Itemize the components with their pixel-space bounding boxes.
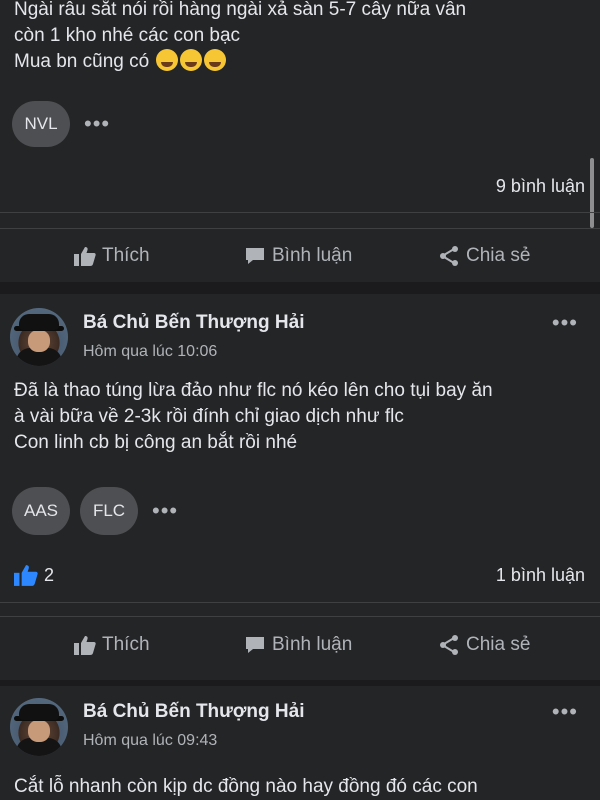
post-time[interactable]: Hôm qua lúc 09:43 bbox=[83, 732, 217, 750]
avatar[interactable] bbox=[10, 698, 68, 756]
comment-bubble-icon bbox=[246, 248, 264, 264]
post-card: Bá Chủ Bến Thượng Hải Hôm qua lúc 09:43 … bbox=[0, 686, 600, 800]
stock-tags: NVL ••• bbox=[12, 101, 110, 147]
share-button[interactable]: Chia sẻ bbox=[438, 245, 530, 267]
like-count-value: 2 bbox=[44, 564, 55, 585]
action-bar: Thích Bình luận Chia sẻ bbox=[0, 621, 600, 669]
share-label: Chia sẻ bbox=[466, 634, 531, 655]
more-options-icon[interactable]: ••• bbox=[552, 310, 578, 336]
tag-aas[interactable]: AAS bbox=[12, 487, 70, 535]
smiling-face-emoji bbox=[204, 49, 227, 71]
like-label: Thích bbox=[102, 634, 150, 655]
thumbs-up-icon bbox=[74, 247, 96, 266]
scrollbar[interactable] bbox=[590, 158, 594, 228]
like-count[interactable]: 2 bbox=[14, 564, 54, 586]
like-label: Thích bbox=[102, 245, 150, 266]
tag-nvl[interactable]: NVL bbox=[12, 101, 70, 147]
post-line: Mua bn cũng có bbox=[14, 51, 150, 72]
more-options-icon[interactable]: ••• bbox=[552, 699, 578, 725]
comment-label: Bình luận bbox=[272, 634, 353, 655]
post-line: Cắt lỗ nhanh còn kịp dc đồng nào hay đồn… bbox=[14, 776, 478, 797]
like-button[interactable]: Thích bbox=[74, 245, 150, 267]
comment-bubble-icon bbox=[246, 637, 264, 653]
post-line: Ngài râu sắt nói rồi hàng ngài xả sàn 5-… bbox=[14, 0, 467, 20]
post-body: Đã là thao túng lừa đảo như flc nó kéo l… bbox=[14, 378, 493, 456]
more-tags-icon[interactable]: ••• bbox=[148, 498, 178, 524]
avatar[interactable] bbox=[10, 308, 68, 366]
share-icon bbox=[440, 635, 458, 655]
post-card: Ngài râu sắt nói rồi hàng ngài xả sàn 5-… bbox=[0, 0, 600, 282]
post-time[interactable]: Hôm qua lúc 10:06 bbox=[83, 343, 217, 361]
comment-label: Bình luận bbox=[272, 245, 353, 266]
share-button[interactable]: Chia sẻ bbox=[438, 634, 530, 656]
star-struck-emoji bbox=[180, 49, 203, 71]
post-line: à vài bữa về 2-3k rồi đính chỉ giao dịch… bbox=[14, 406, 404, 427]
blue-thumbs-up-icon bbox=[14, 565, 38, 586]
share-label: Chia sẻ bbox=[466, 245, 531, 266]
post-card: Bá Chủ Bến Thượng Hải Hôm qua lúc 10:06 … bbox=[0, 294, 600, 680]
tears-of-joy-emoji bbox=[156, 49, 179, 71]
author-name[interactable]: Bá Chủ Bến Thượng Hải bbox=[83, 701, 305, 723]
divider bbox=[0, 616, 600, 617]
comment-count[interactable]: 1 bình luận bbox=[496, 565, 585, 586]
comment-button[interactable]: Bình luận bbox=[244, 245, 352, 267]
divider bbox=[0, 228, 600, 229]
post-line: Con linh cb bị công an bắt rồi nhé bbox=[14, 432, 298, 453]
tag-flc[interactable]: FLC bbox=[80, 487, 138, 535]
more-tags-icon[interactable]: ••• bbox=[80, 111, 110, 137]
thumbs-up-icon bbox=[74, 636, 96, 655]
post-line: Đã là thao túng lừa đảo như flc nó kéo l… bbox=[14, 380, 493, 401]
comment-count[interactable]: 9 bình luận bbox=[496, 176, 585, 197]
post-line: còn 1 kho nhé các con bạc bbox=[14, 25, 241, 46]
share-icon bbox=[440, 246, 458, 266]
like-button[interactable]: Thích bbox=[74, 634, 150, 656]
comment-button[interactable]: Bình luận bbox=[244, 634, 352, 656]
action-bar: Thích Bình luận Chia sẻ bbox=[0, 232, 600, 280]
author-name[interactable]: Bá Chủ Bến Thượng Hải bbox=[83, 312, 305, 334]
post-body: Ngài râu sắt nói rồi hàng ngài xả sàn 5-… bbox=[14, 0, 466, 75]
stock-tags: AAS FLC ••• bbox=[12, 487, 178, 535]
divider bbox=[0, 602, 600, 603]
divider bbox=[0, 212, 600, 213]
post-body: Cắt lỗ nhanh còn kịp dc đồng nào hay đồn… bbox=[14, 774, 478, 800]
